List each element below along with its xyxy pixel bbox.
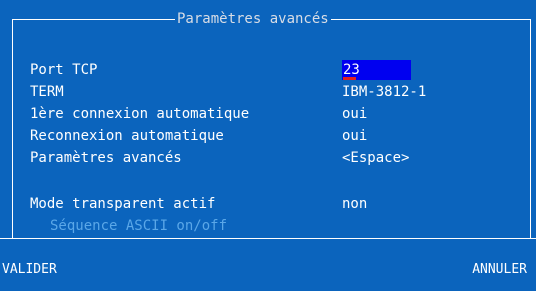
frame-left-border <box>12 19 13 238</box>
port-tcp-label: Port TCP <box>30 62 98 78</box>
cancel-button[interactable]: ANNULER <box>472 259 527 281</box>
validate-button[interactable]: VALIDER <box>0 259 57 281</box>
reconnection-label: Reconnexion automatique <box>30 128 224 144</box>
first-connection-value[interactable]: oui <box>342 104 367 124</box>
dialog-title: Paramètres avancés <box>175 10 331 28</box>
text-cursor <box>343 77 356 80</box>
frame-right-border <box>530 19 531 238</box>
transparent-mode-label: Mode transparent actif <box>30 196 216 212</box>
bottom-separator <box>0 238 536 239</box>
first-connection-label: 1ère connexion automatique <box>30 106 250 122</box>
reconnection-value[interactable]: oui <box>342 126 367 146</box>
term-label: TERM <box>30 84 64 100</box>
ascii-sequence-label: Séquence ASCII on/off <box>50 218 228 234</box>
transparent-mode-value[interactable]: non <box>342 194 367 214</box>
advanced-settings-label: Paramètres avancés <box>30 150 182 166</box>
term-value[interactable]: IBM-3812-1 <box>342 82 426 102</box>
advanced-settings-value[interactable]: <Espace> <box>342 148 409 168</box>
